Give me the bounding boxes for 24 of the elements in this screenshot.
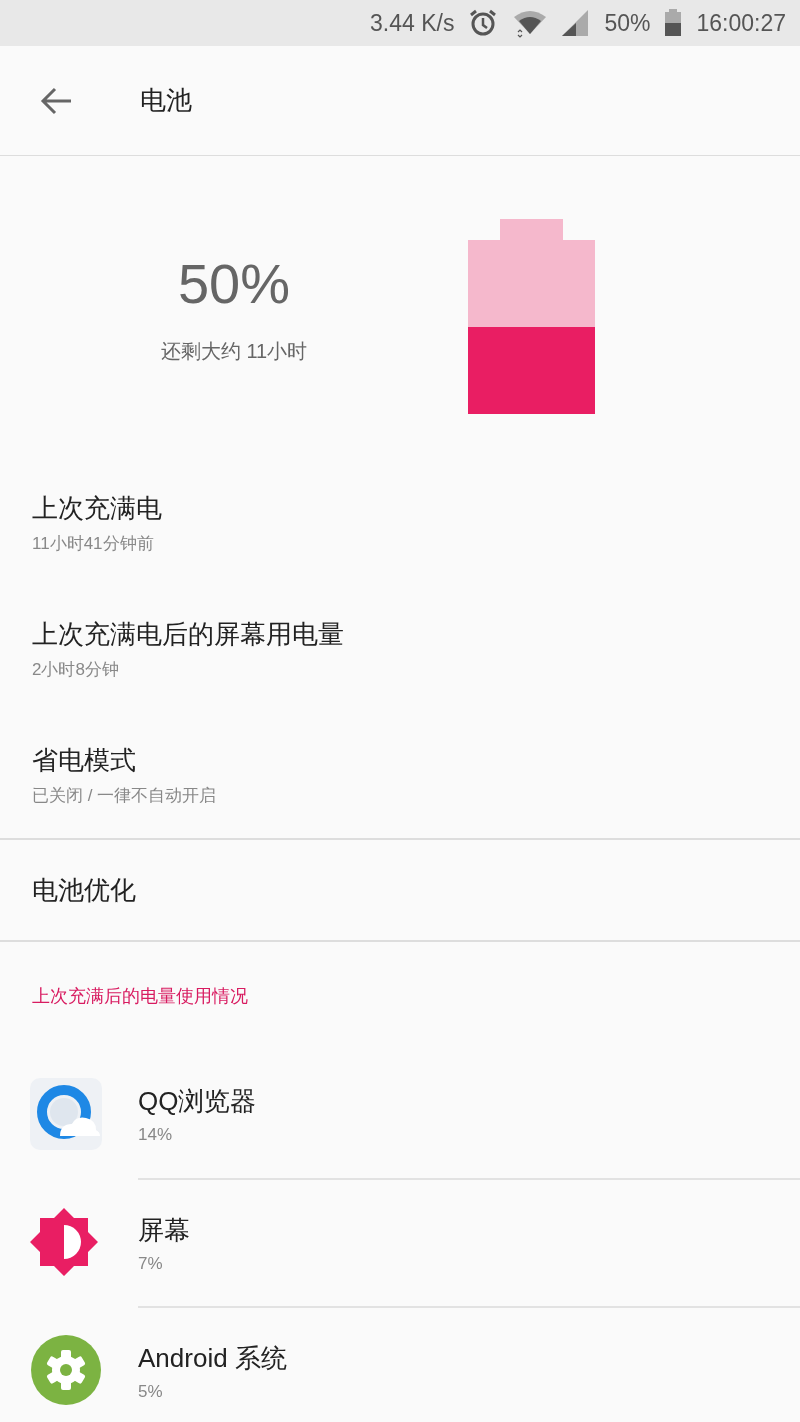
time-remaining: 还剩大约 11小时	[160, 338, 308, 364]
app-name[interactable]: QQ浏览器	[138, 1083, 257, 1119]
battery-icon	[664, 8, 683, 38]
gear-icon	[30, 1334, 102, 1406]
settings-item[interactable]: 上次充满电 11小时41分钟前	[0, 460, 800, 586]
wifi-icon	[512, 8, 549, 38]
usage-percent: 14%	[138, 1124, 173, 1145]
battery-percentage: 50%	[177, 255, 291, 312]
network-speed: 3.44 K/s	[370, 9, 455, 37]
settings-item[interactable]: 电池优化	[0, 838, 800, 942]
brightness-icon	[30, 1208, 98, 1276]
page-title: 电池	[140, 84, 192, 117]
clock-time: 16:00:27	[696, 9, 786, 37]
app-name[interactable]: Android 系统	[138, 1340, 287, 1376]
usage-percent: 7%	[138, 1253, 163, 1274]
section-header: 上次充满后的电量使用情况	[32, 985, 248, 1008]
signal-icon	[562, 8, 591, 38]
app-name[interactable]: 屏幕	[138, 1212, 190, 1248]
usage-percent: 5%	[138, 1381, 163, 1402]
alarm-icon	[468, 8, 499, 38]
browser-icon	[30, 1078, 102, 1150]
settings-item[interactable]: 省电模式 已关闭 / 一律不自动开启	[0, 712, 800, 838]
battery-percent: 50%	[604, 9, 651, 37]
settings-item[interactable]: 上次充满电后的屏幕用电量 2小时8分钟	[0, 586, 800, 712]
